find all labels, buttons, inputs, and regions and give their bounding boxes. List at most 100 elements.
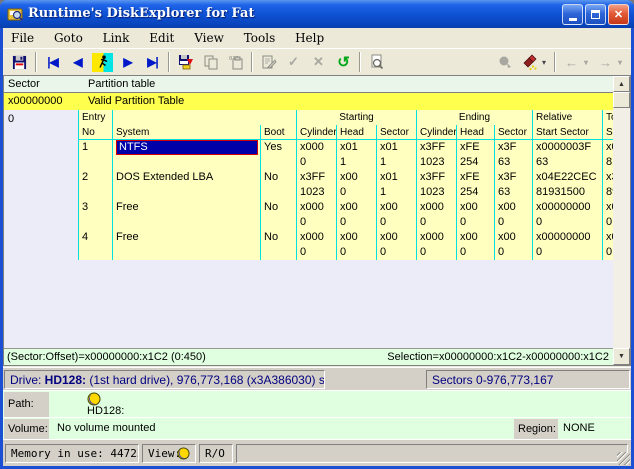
cell-relative-start[interactable]: x000000000 — [533, 230, 603, 260]
save-button[interactable] — [7, 51, 32, 74]
drive-info-panel: Drive: HD128: (1st hard drive), 976,773,… — [4, 370, 325, 389]
cell-system[interactable]: NTFS — [113, 140, 261, 170]
cell-start-cylinder[interactable]: x0000 — [297, 200, 337, 230]
titlebar[interactable]: Runtime's DiskExplorer for Fat ✕ — [0, 0, 634, 28]
save-icon — [12, 55, 27, 70]
vertical-scrollbar[interactable]: ▲ — [613, 76, 630, 348]
cell-boot[interactable]: Yes — [261, 140, 297, 170]
cell-end-sector[interactable]: x3F63 — [495, 170, 533, 200]
cell-system[interactable]: Free — [113, 200, 261, 230]
cancel-button[interactable]: ✕ — [306, 51, 331, 74]
menu-link[interactable]: Link — [95, 28, 138, 48]
cell-entry-no[interactable]: 1 — [79, 140, 113, 170]
cell-system[interactable]: Free — [113, 230, 261, 260]
refresh-button[interactable]: ↺ — [331, 51, 356, 74]
copy-button[interactable] — [198, 51, 223, 74]
cell-end-head[interactable]: x000 — [457, 200, 495, 230]
cell-total-sectors[interactable]: x00 — [603, 230, 613, 260]
view-disk-icon — [177, 447, 190, 460]
paste-hex-button[interactable]: 011 — [223, 51, 248, 74]
region-value: NONE — [563, 422, 595, 434]
cell-end-cylinder[interactable]: x3FF1023 — [417, 170, 457, 200]
cell-start-cylinder[interactable]: x0000 — [297, 140, 337, 170]
path-value[interactable]: HD128: — [87, 405, 124, 417]
cell-start-sector[interactable]: x011 — [377, 170, 417, 200]
apply-button[interactable]: ✓ — [281, 51, 306, 74]
edit-button[interactable] — [256, 51, 281, 74]
cell-total-sectors[interactable]: x00 — [603, 200, 613, 230]
preview-button[interactable] — [364, 51, 389, 74]
partition-row[interactable]: 2DOS Extended LBANox3FF1023x000x011x3FF1… — [79, 170, 613, 200]
close-button[interactable]: ✕ — [608, 4, 629, 25]
back-dropdown-caret[interactable]: ▾ — [584, 58, 593, 67]
cell-end-head[interactable]: xFE254 — [457, 140, 495, 170]
forward-button[interactable]: → — [593, 51, 618, 74]
group-header-row: Entry Starting Ending Relative To — [79, 110, 613, 125]
scroll-down-button[interactable]: ▼ — [613, 348, 630, 365]
goto-last-button[interactable]: ▶| — [140, 51, 165, 74]
forward-dropdown-caret[interactable]: ▾ — [618, 58, 627, 67]
menu-goto[interactable]: Goto — [46, 28, 91, 48]
preview-icon — [369, 54, 385, 70]
partition-row[interactable]: 3FreeNox0000x000x000x0000x000x000x000000… — [79, 200, 613, 230]
cell-start-cylinder[interactable]: x3FF1023 — [297, 170, 337, 200]
cell-boot[interactable]: No — [261, 170, 297, 200]
resize-grip[interactable] — [617, 452, 630, 465]
cell-start-head[interactable]: x000 — [337, 230, 377, 260]
col-end-sector: Sector — [495, 125, 533, 139]
menu-file[interactable]: File — [3, 28, 42, 48]
cell-end-sector[interactable]: x000 — [495, 200, 533, 230]
menu-view[interactable]: View — [186, 28, 232, 48]
cell-total-sectors[interactable]: x389 — [603, 170, 613, 200]
cell-boot[interactable]: No — [261, 200, 297, 230]
menu-tools[interactable]: Tools — [236, 28, 284, 48]
valid-partition-row[interactable]: x00000000 Valid Partition Table — [4, 93, 613, 110]
cancel-icon: ✕ — [313, 54, 324, 70]
cell-relative-start[interactable]: x000000000 — [533, 200, 603, 230]
cell-entry-no[interactable]: 2 — [79, 170, 113, 200]
search-button[interactable] — [517, 51, 542, 74]
cell-end-head[interactable]: xFE254 — [457, 170, 495, 200]
minimize-button[interactable] — [562, 4, 583, 25]
cell-start-head[interactable]: x011 — [337, 140, 377, 170]
cell-start-sector[interactable]: x011 — [377, 140, 417, 170]
cell-start-head[interactable]: x000 — [337, 200, 377, 230]
cell-start-sector[interactable]: x000 — [377, 200, 417, 230]
cell-start-cylinder[interactable]: x0000 — [297, 230, 337, 260]
cell-entry-no[interactable]: 3 — [79, 200, 113, 230]
cell-end-cylinder[interactable]: x3FF1023 — [417, 140, 457, 170]
cell-end-sector[interactable]: x3F63 — [495, 140, 533, 170]
goto-previous-button[interactable]: ◀ — [65, 51, 90, 74]
goto-drop-button[interactable] — [492, 51, 517, 74]
drive-disk-icon — [87, 392, 101, 406]
cell-end-sector[interactable]: x000 — [495, 230, 533, 260]
partition-row[interactable]: 1NTFSYesx0000x011x011x3FF1023xFE254x3F63… — [79, 140, 613, 170]
menu-edit[interactable]: Edit — [141, 28, 182, 48]
menu-help[interactable]: Help — [287, 28, 332, 48]
cell-boot[interactable]: No — [261, 230, 297, 260]
maximize-button[interactable] — [585, 4, 606, 25]
scrollbar-thumb[interactable] — [613, 92, 630, 108]
selected-cell[interactable]: NTFS — [116, 140, 258, 155]
cell-end-cylinder[interactable]: x0000 — [417, 230, 457, 260]
save-image-button[interactable] — [173, 51, 198, 74]
search-dropdown-caret[interactable]: ▾ — [542, 58, 551, 67]
cell-total-sectors[interactable]: x081 — [603, 140, 613, 170]
cell-system[interactable]: DOS Extended LBA — [113, 170, 261, 200]
partition-rows: 1NTFSYesx0000x011x011x3FF1023xFE254x3F63… — [79, 140, 613, 260]
goto-next-button[interactable]: ▶ — [115, 51, 140, 74]
cell-end-cylinder[interactable]: x0000 — [417, 200, 457, 230]
cell-relative-start[interactable]: x04E22CEC81931500 — [533, 170, 603, 200]
cell-relative-start[interactable]: x0000003F63 — [533, 140, 603, 170]
scroll-up-button[interactable]: ▲ — [613, 76, 630, 92]
sector-number: 0 — [8, 112, 14, 126]
back-button[interactable]: ← — [559, 51, 584, 74]
cell-entry-no[interactable]: 4 — [79, 230, 113, 260]
goto-first-button[interactable]: |◀ — [40, 51, 65, 74]
run-button[interactable] — [90, 51, 115, 74]
cell-start-sector[interactable]: x000 — [377, 230, 417, 260]
cell-start-head[interactable]: x000 — [337, 170, 377, 200]
goto-previous-icon: ◀ — [73, 55, 81, 69]
cell-end-head[interactable]: x000 — [457, 230, 495, 260]
partition-row[interactable]: 4FreeNox0000x000x000x0000x000x000x000000… — [79, 230, 613, 260]
